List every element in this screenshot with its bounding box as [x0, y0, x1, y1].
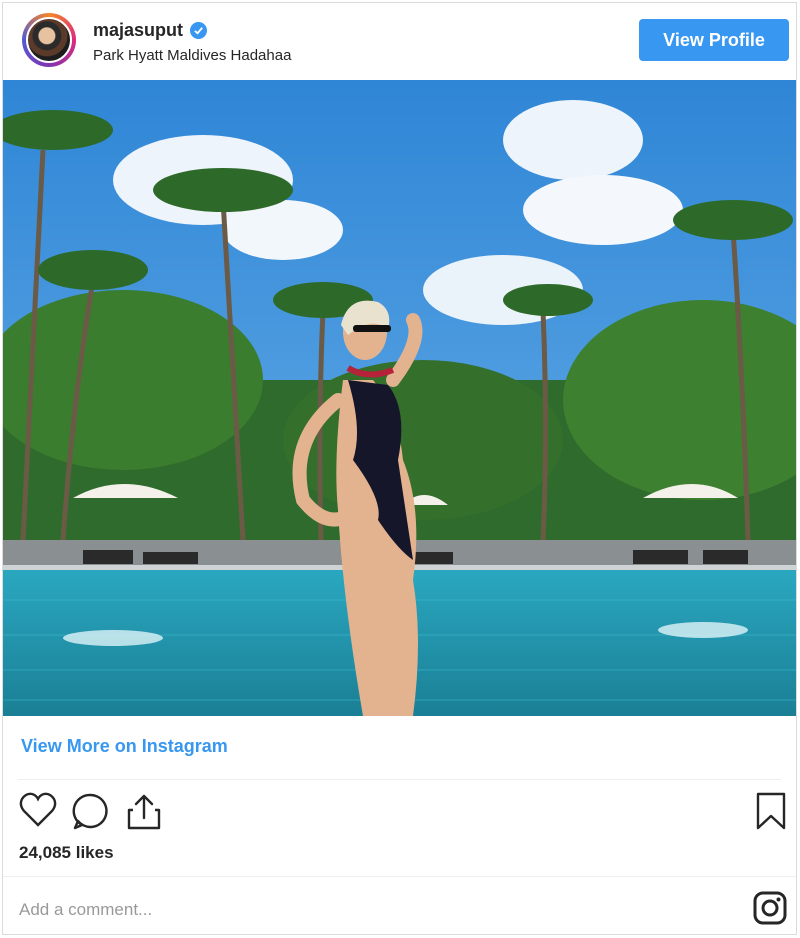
avatar-image	[26, 17, 72, 63]
verified-badge-icon	[190, 22, 208, 39]
likes-count[interactable]: 24,085 likes	[19, 843, 114, 863]
post-photo[interactable]	[3, 80, 796, 716]
avatar[interactable]	[22, 13, 76, 67]
instagram-embed-card: majasuput Park Hyatt Maldives Hadahaa Vi…	[2, 2, 797, 935]
heart-icon[interactable]	[19, 792, 57, 833]
add-comment-input[interactable]: Add a comment...	[19, 900, 152, 920]
share-icon[interactable]	[125, 792, 163, 835]
divider	[18, 779, 781, 780]
bookmark-icon[interactable]	[755, 792, 787, 835]
view-more-on-instagram-link[interactable]: View More on Instagram	[21, 736, 228, 757]
view-profile-button[interactable]: View Profile	[639, 19, 789, 61]
post-photo-image	[3, 80, 796, 716]
instagram-logo-icon[interactable]	[753, 891, 787, 930]
username-row: majasuput	[93, 20, 208, 41]
post-header: majasuput Park Hyatt Maldives Hadahaa Vi…	[3, 3, 796, 79]
speech-bubble-icon[interactable]	[71, 792, 109, 835]
username-link[interactable]: majasuput	[93, 20, 183, 41]
divider	[3, 876, 796, 877]
location-link[interactable]: Park Hyatt Maldives Hadahaa	[93, 47, 291, 64]
